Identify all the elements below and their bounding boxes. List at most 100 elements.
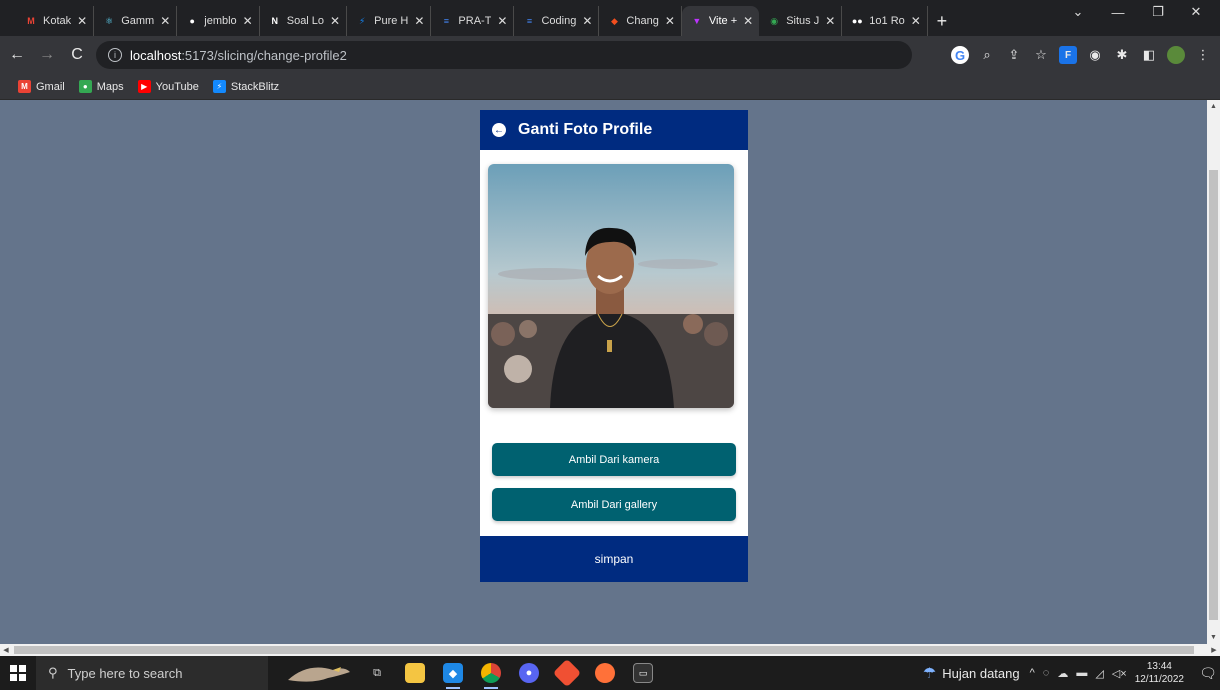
bookmark-item[interactable]: ⚡ StackBlitz <box>212 80 280 93</box>
tab-close-icon[interactable]: ✕ <box>825 14 835 28</box>
camera-button[interactable]: Ambil Dari kamera <box>492 443 736 476</box>
minimize-icon[interactable]: — <box>1100 0 1136 24</box>
system-tray: ☂ Hujan datang ^ ◌ ☁ ▬ ◿ ◁× 13:44 12/11/… <box>923 656 1220 690</box>
site-info-icon[interactable]: i <box>108 48 122 62</box>
scroll-right-arrow-icon[interactable]: ▶ <box>1208 644 1220 656</box>
terminal-icon[interactable]: ▭ <box>624 656 662 690</box>
tab-search-icon[interactable]: ⌄ <box>1060 0 1096 24</box>
restore-icon[interactable]: ❐ <box>1140 0 1176 24</box>
address-host: localhost <box>130 47 182 63</box>
firefox-icon[interactable] <box>586 656 624 690</box>
browser-tab[interactable]: ◆ Chang ✕ <box>599 6 682 36</box>
profile-avatar-icon[interactable] <box>1167 46 1185 64</box>
tab-close-icon[interactable]: ✕ <box>160 14 170 28</box>
github-icon: ● <box>189 16 195 26</box>
bookmark-label: Maps <box>96 80 124 93</box>
tab-close-icon[interactable]: ✕ <box>582 14 592 28</box>
tab-close-icon[interactable]: ✕ <box>497 14 507 28</box>
google-lens-icon[interactable]: G <box>951 46 969 64</box>
browser-tab[interactable]: ● jemblo ✕ <box>177 6 260 36</box>
start-windows-icon[interactable] <box>0 656 36 690</box>
browser-tab[interactable]: ⚛ Gamm ✕ <box>94 6 178 36</box>
scroll-left-arrow-icon[interactable]: ◀ <box>0 644 12 656</box>
tab-close-icon[interactable]: ✕ <box>77 14 87 28</box>
side-panel-icon[interactable]: ◧ <box>1140 46 1158 64</box>
tab-label: Pure H <box>374 15 409 27</box>
tab-close-icon[interactable]: ✕ <box>414 14 424 28</box>
battery-icon[interactable]: ▬ <box>1076 667 1087 680</box>
browser-tab[interactable]: ◉ Situs J ✕ <box>759 6 843 36</box>
react-icon: ⚛ <box>105 15 114 26</box>
address-bar[interactable]: i localhost:5173/slicing/change-profile2 <box>96 41 912 69</box>
close-window-icon[interactable]: ✕ <box>1178 0 1214 24</box>
card-header: ← Ganti Foto Profile <box>480 110 748 150</box>
scroll-down-arrow-icon[interactable]: ▼ <box>1207 631 1220 644</box>
extensions-puzzle-icon[interactable]: ✱ <box>1113 46 1131 64</box>
weather-widget[interactable]: ☂ Hujan datang <box>923 664 1020 682</box>
search-icon: ⚲ <box>48 665 58 680</box>
bookmark-item[interactable]: ▶ YouTube <box>137 80 199 93</box>
share-icon[interactable]: ⇪ <box>1005 46 1023 64</box>
tab-label: 1o1 Ro <box>869 15 905 27</box>
tab-strip: M Kotak ✕ ⚛ Gamm ✕ ● jemblo ✕ N Soal Lo ✕ ⚡ Pure H ✕ ≡ P… <box>0 0 1220 36</box>
tab-close-icon[interactable]: ✕ <box>243 14 253 28</box>
notification-icon[interactable]: 🗨 <box>1196 656 1220 690</box>
browser-tab[interactable]: ≡ Coding ✕ <box>514 6 600 36</box>
reload-icon[interactable]: C <box>64 42 90 68</box>
notion-icon: N <box>271 16 278 26</box>
horizontal-scroll-thumb[interactable] <box>14 646 1194 654</box>
clock-time: 13:44 <box>1146 661 1172 672</box>
wifi-icon[interactable]: ◿ <box>1095 667 1103 680</box>
bookmark-item[interactable]: M Gmail <box>18 80 65 93</box>
tab-label: Situs J <box>786 15 820 27</box>
vertical-scrollbar[interactable]: ▲ ▼ <box>1207 100 1220 644</box>
camera-extension-icon[interactable]: ◉ <box>1086 46 1104 64</box>
zoom-icon[interactable]: ⌕ <box>978 46 996 64</box>
bookmark-star-icon[interactable]: ☆ <box>1032 46 1050 64</box>
extension-f-icon[interactable]: F <box>1059 46 1077 64</box>
vertical-scroll-thumb[interactable] <box>1209 170 1218 620</box>
gallery-button[interactable]: Ambil Dari gallery <box>492 488 736 521</box>
back-arrow-icon[interactable]: ← <box>4 42 30 68</box>
profile-photo-image <box>488 164 734 408</box>
onedrive-cloud-icon[interactable]: ☁ <box>1057 667 1068 680</box>
tab-label: Soal Lo <box>286 15 325 27</box>
horizontal-scrollbar[interactable]: ◀ ▶ <box>0 644 1220 656</box>
tab-close-icon[interactable]: ✕ <box>911 14 921 28</box>
chrome-icon[interactable] <box>472 656 510 690</box>
file-explorer-icon[interactable] <box>396 656 434 690</box>
windows-taskbar: ⚲ Type here to search ⧉ ◆ ● ▭ ☂ Hujan da… <box>0 656 1220 690</box>
profile-photo <box>488 164 734 408</box>
forward-arrow-icon[interactable]: → <box>34 42 60 68</box>
bookmark-item[interactable]: ● Maps <box>78 80 124 93</box>
tab-close-icon[interactable]: ✕ <box>743 14 753 28</box>
taskbar-clock[interactable]: 13:44 12/11/2022 <box>1135 660 1184 686</box>
discord-icon[interactable]: ● <box>510 656 548 690</box>
browser-tab[interactable]: ≡ PRA-T ✕ <box>431 6 515 36</box>
browser-tab[interactable]: M Kotak ✕ <box>16 6 95 36</box>
tab-label: PRA-T <box>458 15 492 27</box>
vscode-icon[interactable]: ◆ <box>434 656 472 690</box>
back-circle-icon[interactable]: ← <box>492 123 506 137</box>
tab-close-icon[interactable]: ✕ <box>330 14 340 28</box>
news-widget-eagle-icon[interactable] <box>278 656 358 690</box>
tab-close-icon[interactable]: ✕ <box>665 14 675 28</box>
task-view-icon[interactable]: ⧉ <box>358 656 396 690</box>
menu-kebab-icon[interactable]: ⋮ <box>1194 46 1212 64</box>
new-tab-button[interactable]: + <box>928 6 956 36</box>
dots-icon: ●● <box>851 16 863 26</box>
chevron-up-icon[interactable]: ^ <box>1030 667 1035 680</box>
browser-tab[interactable]: ●● 1o1 Ro ✕ <box>842 6 928 36</box>
volume-muted-icon[interactable]: ◁× <box>1112 667 1127 680</box>
save-button[interactable]: simpan <box>480 536 748 582</box>
scroll-up-arrow-icon[interactable]: ▲ <box>1207 100 1220 113</box>
taskbar-search-box[interactable]: ⚲ Type here to search <box>36 656 268 690</box>
stackblitz-icon: ⚡ <box>212 80 226 93</box>
browser-tab[interactable]: ▼ Vite + ✕ <box>681 6 760 36</box>
bookmark-label: StackBlitz <box>230 80 280 93</box>
browser-tab[interactable]: N Soal Lo ✕ <box>260 6 348 36</box>
git-icon[interactable] <box>548 656 586 690</box>
browser-tab[interactable]: ⚡ Pure H ✕ <box>347 6 432 36</box>
search-placeholder: Type here to search <box>67 665 183 681</box>
tray-app-icon[interactable]: ◌ <box>1043 667 1050 680</box>
